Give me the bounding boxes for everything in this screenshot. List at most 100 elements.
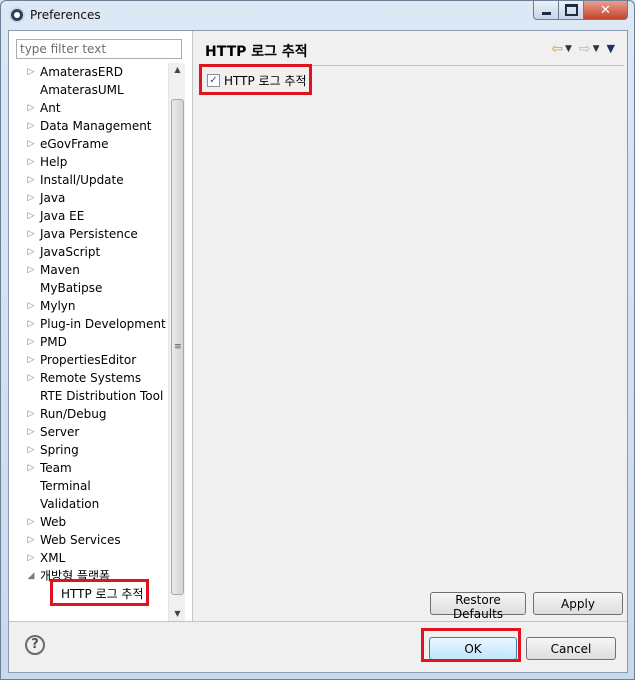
tree-item[interactable]: ▷ Web — [9, 513, 167, 531]
tree-item-label: RTE Distribution Tool — [40, 389, 164, 403]
tree-item[interactable]: Validation — [9, 495, 167, 513]
tree-item[interactable]: ▷ Remote Systems — [9, 369, 167, 387]
tree-item[interactable]: ▷ Run/Debug — [9, 405, 167, 423]
tree-item[interactable]: ▷ Help — [9, 153, 167, 171]
tree-item[interactable]: ▷ eGovFrame — [9, 135, 167, 153]
maximize-button[interactable] — [559, 1, 584, 20]
back-dropdown-icon[interactable]: ▼ — [565, 41, 572, 57]
tree-item-label: Plug-in Development — [40, 317, 166, 331]
minimize-button[interactable] — [533, 1, 559, 20]
collapsed-arrow-icon[interactable]: ▷ — [26, 171, 36, 189]
back-arrow-icon[interactable]: ⇦ — [551, 41, 563, 57]
tree-item-label: Ant — [40, 101, 61, 115]
collapsed-arrow-icon[interactable]: ▷ — [26, 225, 36, 243]
tree-item[interactable]: ▷ Java EE — [9, 207, 167, 225]
tree-item[interactable]: ▷ Install/Update — [9, 171, 167, 189]
collapsed-arrow-icon[interactable]: ▷ — [26, 135, 36, 153]
collapsed-arrow-icon[interactable]: ▷ — [26, 243, 36, 261]
http-log-checkbox-label: HTTP 로그 추적 — [224, 74, 307, 88]
grip-icon: ≡ — [174, 342, 182, 352]
tree-item[interactable]: ▷ Web Services — [9, 531, 167, 549]
tree-item[interactable]: RTE Distribution Tool — [9, 387, 167, 405]
http-log-checkbox[interactable]: ✓ — [207, 74, 220, 87]
tree-item-label: Run/Debug — [40, 407, 107, 421]
collapsed-arrow-icon[interactable]: ▷ — [26, 315, 36, 333]
scroll-up-icon[interactable]: ▲ — [169, 63, 186, 77]
collapsed-arrow-icon[interactable]: ▷ — [26, 423, 36, 441]
collapsed-arrow-icon[interactable]: ▷ — [26, 441, 36, 459]
collapsed-arrow-icon[interactable]: ▷ — [26, 63, 36, 81]
title-separator — [199, 65, 624, 66]
help-icon[interactable]: ? — [25, 635, 45, 655]
collapsed-arrow-icon[interactable]: ▷ — [26, 369, 36, 387]
view-menu-icon[interactable]: ▼ — [607, 41, 615, 57]
collapsed-arrow-icon[interactable]: ▷ — [26, 189, 36, 207]
eclipse-app-icon — [9, 7, 25, 23]
tree-item-label: HTTP 로그 추적 — [59, 585, 146, 603]
http-log-option[interactable]: ✓ HTTP 로그 추적 — [207, 72, 307, 89]
expanded-arrow-icon[interactable]: ◢ — [26, 567, 36, 585]
tree-item-label: AmaterasUML — [40, 83, 124, 97]
tree-item-label: MyBatipse — [40, 281, 103, 295]
tree-item[interactable]: ◢ 개방형 플랫폼 — [9, 567, 167, 585]
tree-item[interactable]: ▷ Server — [9, 423, 167, 441]
tree-item-label: Install/Update — [40, 173, 124, 187]
tree-item[interactable]: ▷ Java — [9, 189, 167, 207]
tree-item[interactable]: ▷ Maven — [9, 261, 167, 279]
scrollbar-thumb[interactable]: ≡ — [171, 99, 184, 595]
tree-item[interactable]: ▷ AmaterasERD — [9, 63, 167, 81]
restore-defaults-button[interactable]: Restore Defaults — [430, 592, 526, 621]
collapsed-arrow-icon[interactable]: ▷ — [26, 405, 36, 423]
tree-item[interactable]: ▷ Ant — [9, 99, 167, 117]
preferences-tree: ▷ AmaterasERD AmaterasUML ▷ Ant ▷ Data Managem… — [9, 63, 167, 603]
collapsed-arrow-icon[interactable]: ▷ — [26, 531, 36, 549]
tree-item[interactable]: ▷ PropertiesEditor — [9, 351, 167, 369]
tree-item-label: Server — [40, 425, 80, 439]
collapsed-arrow-icon[interactable]: ▷ — [26, 459, 36, 477]
tree-scrollbar[interactable]: ▲ ≡ ▼ — [168, 63, 185, 621]
collapsed-arrow-icon[interactable]: ▷ — [26, 99, 36, 117]
forward-dropdown-icon[interactable]: ▼ — [593, 41, 600, 57]
close-button[interactable]: ✕ — [584, 1, 628, 20]
collapsed-arrow-icon[interactable]: ▷ — [26, 153, 36, 171]
collapsed-arrow-icon[interactable]: ▷ — [26, 261, 36, 279]
tree-item[interactable]: ▷ Java Persistence — [9, 225, 167, 243]
apply-button[interactable]: Apply — [533, 592, 623, 615]
tree-item[interactable]: ▷ PMD — [9, 333, 167, 351]
ok-button[interactable]: OK — [429, 637, 517, 660]
tree-item-label: Team — [40, 461, 72, 475]
tree-item[interactable]: Terminal — [9, 477, 167, 495]
tree-item[interactable]: ▷ JavaScript — [9, 243, 167, 261]
tree-item[interactable]: HTTP 로그 추적 — [9, 585, 167, 603]
tree-item[interactable]: MyBatipse — [9, 279, 167, 297]
preferences-window: Preferences ✕ ▷ AmaterasERD AmaterasUML ▷ An… — [0, 0, 635, 680]
collapsed-arrow-icon[interactable]: ▷ — [26, 549, 36, 567]
tree-item-label: Data Management — [40, 119, 152, 133]
window-title: Preferences — [30, 8, 101, 22]
close-icon: ✕ — [600, 2, 611, 18]
tree-item[interactable]: ▷ Plug-in Development — [9, 315, 167, 333]
scroll-down-icon[interactable]: ▼ — [169, 607, 186, 621]
tree-item[interactable]: ▷ XML — [9, 549, 167, 567]
tree-item[interactable]: ▷ Mylyn — [9, 297, 167, 315]
forward-arrow-icon[interactable]: ⇨ — [579, 41, 591, 57]
tree-item[interactable]: ▷ Team — [9, 459, 167, 477]
cancel-button[interactable]: Cancel — [526, 637, 616, 660]
tree-item-label: Remote Systems — [40, 371, 142, 385]
tree-item[interactable]: ▷ Spring — [9, 441, 167, 459]
tree-item-label: XML — [40, 551, 66, 565]
tree-item[interactable]: AmaterasUML — [9, 81, 167, 99]
page-title: HTTP 로그 추적 — [205, 44, 308, 60]
collapsed-arrow-icon[interactable]: ▷ — [26, 297, 36, 315]
title-bar: Preferences ✕ — [1, 1, 634, 29]
collapsed-arrow-icon[interactable]: ▷ — [26, 513, 36, 531]
tree-item[interactable]: ▷ Data Management — [9, 117, 167, 135]
collapsed-arrow-icon[interactable]: ▷ — [26, 333, 36, 351]
tree-item-label: Help — [40, 155, 68, 169]
filter-input[interactable] — [16, 39, 182, 59]
collapsed-arrow-icon[interactable]: ▷ — [26, 117, 36, 135]
tree-item-label: PMD — [40, 335, 67, 349]
collapsed-arrow-icon[interactable]: ▷ — [26, 351, 36, 369]
collapsed-arrow-icon[interactable]: ▷ — [26, 207, 36, 225]
tree-item-label: Java — [40, 191, 66, 205]
